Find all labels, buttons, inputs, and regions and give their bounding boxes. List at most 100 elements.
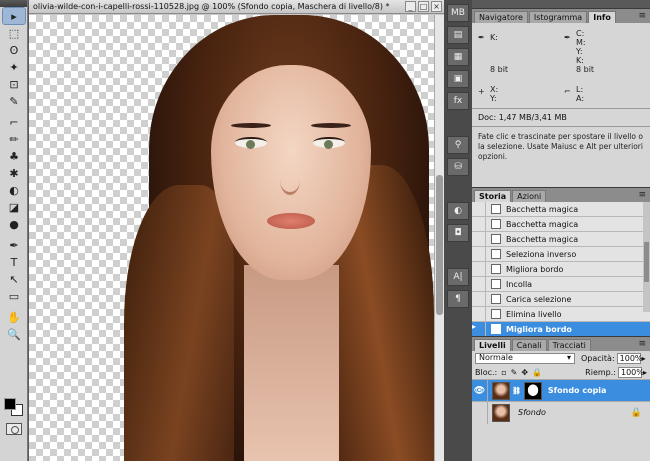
foreground-color-swatch[interactable] bbox=[4, 398, 16, 410]
eraser-tool-icon[interactable]: ◐ bbox=[3, 182, 25, 198]
minibridge-icon[interactable]: MB bbox=[447, 4, 469, 22]
pen-tool-icon[interactable]: ✒ bbox=[3, 237, 25, 253]
layer-row-sfondo-copia[interactable]: 👁 ⛓ Sfondo copia bbox=[472, 379, 650, 402]
shape-tool-icon[interactable]: ▭ bbox=[3, 288, 25, 304]
canvas-vertical-scrollbar[interactable] bbox=[434, 15, 444, 461]
history-brush-source-toggle[interactable] bbox=[472, 261, 486, 277]
history-brush-source-toggle[interactable] bbox=[472, 201, 486, 217]
history-step-icon bbox=[491, 279, 501, 289]
document-title: olivia-wilde-con-i-capelli-rossi-110528.… bbox=[33, 2, 390, 11]
history-scrollbar[interactable] bbox=[643, 202, 650, 312]
masks-icon[interactable]: ◘ bbox=[447, 224, 469, 242]
history-brush-source-toggle[interactable] bbox=[472, 306, 486, 322]
tab-channels[interactable]: Canali bbox=[511, 339, 547, 351]
opacity-dropdown-icon[interactable]: ▸ bbox=[642, 354, 646, 363]
history-item-label: Seleziona inverso bbox=[506, 249, 577, 259]
paragraph-icon[interactable]: ¶ bbox=[447, 290, 469, 308]
history-brush-source-toggle[interactable] bbox=[472, 216, 486, 232]
history-item[interactable]: Seleziona inverso bbox=[472, 246, 650, 262]
history-brush-source-toggle[interactable]: ▸ bbox=[472, 321, 486, 337]
crop-tool-icon[interactable]: ⊡ bbox=[3, 76, 25, 92]
clone-stamp-tool-icon[interactable]: ♣ bbox=[3, 148, 25, 164]
blend-mode-select[interactable]: Normale ▾ bbox=[475, 352, 575, 364]
fill-dropdown-icon[interactable]: ▸ bbox=[643, 368, 647, 377]
lasso-tool-icon[interactable]: ʘ bbox=[3, 42, 25, 58]
history-item[interactable]: Bacchetta magica bbox=[472, 201, 650, 217]
history-brush-source-toggle[interactable] bbox=[472, 276, 486, 292]
styles-icon[interactable]: ▣ bbox=[447, 70, 469, 88]
canvas[interactable] bbox=[29, 15, 434, 461]
swatches-icon[interactable]: ▦ bbox=[447, 48, 469, 66]
healing-brush-tool-icon[interactable]: ⌐ bbox=[3, 114, 25, 130]
hand-tool-icon[interactable]: ✋ bbox=[3, 309, 25, 325]
history-icon[interactable]: ▤ bbox=[447, 26, 469, 44]
character-icon[interactable]: A| bbox=[447, 268, 469, 286]
k-label: K: bbox=[490, 33, 498, 42]
history-step-icon bbox=[491, 309, 501, 319]
panel-menu-icon[interactable]: ≡ bbox=[638, 190, 646, 200]
lock-position-icon[interactable]: ✥ bbox=[521, 368, 528, 377]
history-brush-source-toggle[interactable] bbox=[472, 291, 486, 307]
type-tool-icon[interactable]: T bbox=[3, 254, 25, 270]
history-item[interactable]: Migliora bordo bbox=[472, 261, 650, 277]
history-item[interactable]: Bacchetta magica bbox=[472, 216, 650, 232]
tab-info[interactable]: Info bbox=[588, 11, 616, 23]
blur-tool-icon[interactable]: ● bbox=[3, 216, 25, 232]
history-brush-source-toggle[interactable] bbox=[472, 231, 486, 247]
brush-tool-icon[interactable]: ✏ bbox=[3, 131, 25, 147]
magic-wand-tool-icon[interactable]: ✦ bbox=[3, 59, 25, 75]
history-brush-source-toggle[interactable] bbox=[472, 246, 486, 262]
layer-row-sfondo[interactable]: Sfondo 🔒 bbox=[472, 401, 650, 424]
chain-link-icon[interactable]: ⛓ bbox=[512, 387, 521, 395]
history-brush-tool-icon[interactable]: ✱ bbox=[3, 165, 25, 181]
scroll-thumb[interactable] bbox=[436, 175, 443, 315]
opacity-input[interactable]: 100% bbox=[616, 352, 643, 364]
gradient-tool-icon[interactable]: ◪ bbox=[3, 199, 25, 215]
minimize-button[interactable]: _ bbox=[405, 1, 416, 12]
close-button[interactable]: × bbox=[431, 1, 442, 12]
history-item[interactable]: Bacchetta magica bbox=[472, 231, 650, 247]
history-item[interactable]: Incolla bbox=[472, 276, 650, 292]
visibility-eye-icon[interactable]: 👁 bbox=[472, 379, 488, 402]
layers-panel-tabs: Livelli Canali Tracciati ≡ bbox=[472, 337, 650, 351]
scroll-thumb[interactable] bbox=[644, 242, 649, 282]
toolbar-grip[interactable] bbox=[0, 0, 27, 7]
fx-icon[interactable]: fx bbox=[447, 92, 469, 110]
tab-navigator[interactable]: Navigatore bbox=[474, 11, 528, 23]
fill-input[interactable]: 100% bbox=[617, 366, 644, 378]
clone-source-icon[interactable]: ⛁ bbox=[447, 158, 469, 176]
photoshop-window: ▸ ⬚ ʘ ✦ ⊡ ✎ ⌐ ✏ ♣ ✱ ◐ ◪ ● ✒ T ↖ ▭ ✋ 🔍 ol… bbox=[0, 0, 650, 461]
layers-panel: Livelli Canali Tracciati ≡ Normale ▾ Opa… bbox=[472, 336, 650, 461]
info-readouts: ✒ K: 8 bit ✒ C: M: Y: K: 8 bit + X: Y: ⌐… bbox=[472, 23, 650, 109]
marquee-tool-icon[interactable]: ⬚ bbox=[3, 25, 25, 41]
tab-layers[interactable]: Livelli bbox=[474, 339, 511, 351]
history-item[interactable]: Elimina livello bbox=[472, 306, 650, 322]
history-item[interactable]: Carica selezione bbox=[472, 291, 650, 307]
maximize-button[interactable]: □ bbox=[418, 1, 429, 12]
dock-spacer bbox=[447, 246, 469, 264]
tab-history[interactable]: Storia bbox=[474, 190, 512, 202]
layer-name: Sfondo copia bbox=[547, 386, 607, 395]
document-titlebar[interactable]: olivia-wilde-con-i-capelli-rossi-110528.… bbox=[29, 0, 444, 14]
panel-menu-icon[interactable]: ≡ bbox=[638, 11, 646, 21]
lock-transparent-icon[interactable]: ▫ bbox=[501, 368, 506, 377]
quick-mask-icon[interactable] bbox=[6, 423, 22, 435]
lock-pixels-icon[interactable]: ✎ bbox=[511, 368, 518, 377]
path-selection-tool-icon[interactable]: ↖ bbox=[3, 271, 25, 287]
lock-all-icon[interactable]: 🔒 bbox=[532, 368, 542, 377]
history-step-icon bbox=[491, 234, 501, 244]
tab-paths[interactable]: Tracciati bbox=[547, 339, 591, 351]
visibility-toggle-empty[interactable] bbox=[472, 401, 488, 424]
history-item-label: Carica selezione bbox=[506, 294, 572, 304]
panel-menu-icon[interactable]: ≡ bbox=[638, 339, 646, 349]
eyedropper-cmyk-icon: ✒ bbox=[564, 33, 571, 42]
tool-presets-icon[interactable]: ⚲ bbox=[447, 136, 469, 154]
eyedropper-tool-icon[interactable]: ✎ bbox=[3, 93, 25, 109]
zoom-tool-icon[interactable]: 🔍 bbox=[3, 326, 25, 342]
history-item[interactable]: ▸ Migliora bordo bbox=[472, 321, 650, 337]
tab-actions[interactable]: Azioni bbox=[512, 190, 547, 202]
move-tool-icon[interactable]: ▸ bbox=[2, 7, 26, 25]
tab-histogram[interactable]: Istogramma bbox=[528, 11, 588, 23]
layer-mask-thumbnail[interactable] bbox=[523, 381, 542, 400]
adjustments-icon[interactable]: ◐ bbox=[447, 202, 469, 220]
